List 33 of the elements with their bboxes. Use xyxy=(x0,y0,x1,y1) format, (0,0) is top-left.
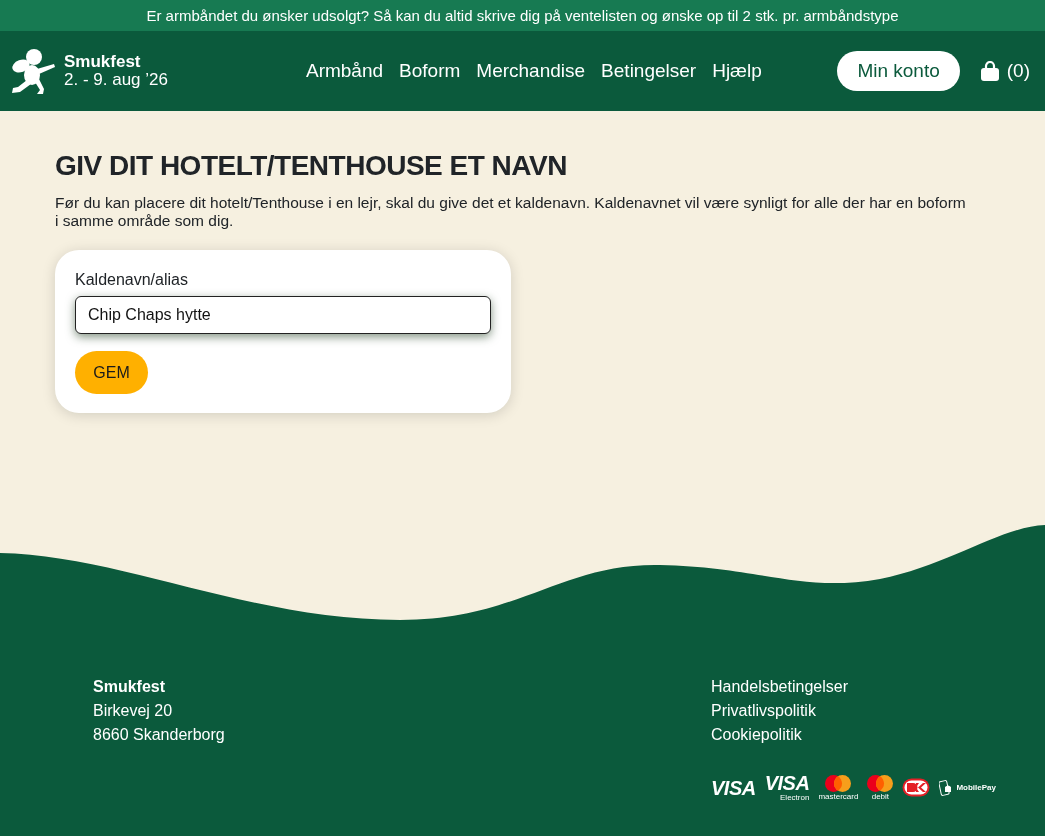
nav-link[interactable]: Hjælp xyxy=(712,59,762,83)
address-line: Birkevej 20 xyxy=(93,701,173,721)
festival-dates: 2. - 9. aug ’26 xyxy=(64,71,168,89)
shopping-bag-icon xyxy=(980,61,999,81)
brand-name: Smukfest xyxy=(64,53,141,71)
nav-link[interactable]: Betingelser xyxy=(601,59,697,83)
nav-link[interactable]: Armbånd xyxy=(305,59,384,83)
alias-input[interactable]: Chip Chaps hytte xyxy=(75,296,491,334)
card-brand-caption: Electron xyxy=(780,793,810,802)
announcement-text: Er armbåndet du ønsker udsolgt? Så kan du altid skrive dig på ventelisten og ønske op til 2 stk. pr. armbåndstype xyxy=(146,5,899,26)
overlapping-circles-logo-icon xyxy=(867,774,894,792)
nav-link[interactable]: Merchandise xyxy=(476,59,586,83)
intro-text: Før du kan placere dit hotelt/Tenthouse i en lejr, skal du give det et kaldenavn. Kaldenavnet vil være synligt for alle der har en boform i samme område som dig. xyxy=(55,194,967,230)
field-label: Kaldenavn/alias xyxy=(75,270,188,290)
page-title: GIV DIT HOTELT/TENTHOUSE ET NAVN xyxy=(55,149,567,183)
nav-link[interactable]: Boform xyxy=(399,59,461,83)
visa-wordmark: VISA xyxy=(711,777,756,798)
overlapping-circles-logo-icon xyxy=(825,774,852,792)
card-brand-caption: mastercard xyxy=(818,791,859,801)
phone-logo-icon xyxy=(939,778,954,797)
mobile-pay-wordmark: MobilePay xyxy=(956,782,996,793)
running-figure-logo-icon xyxy=(10,47,56,95)
footer-link[interactable]: Cookiepolitik xyxy=(711,723,802,747)
card-brand-caption: debit xyxy=(871,791,890,801)
save-button[interactable]: GEM xyxy=(75,351,148,394)
oval-card-logo-icon xyxy=(902,778,931,797)
account-button[interactable]: Min konto xyxy=(837,51,960,91)
footer-link[interactable]: Handelsbetingelser xyxy=(711,675,848,699)
visa-wordmark: VISA xyxy=(764,773,810,793)
footer-link[interactable]: Privatlivspolitik xyxy=(711,699,816,723)
footer-brand-name: Smukfest xyxy=(93,677,166,697)
address-line: 8660 Skanderborg xyxy=(93,725,225,745)
cart-link[interactable]: (0) xyxy=(980,56,1030,86)
